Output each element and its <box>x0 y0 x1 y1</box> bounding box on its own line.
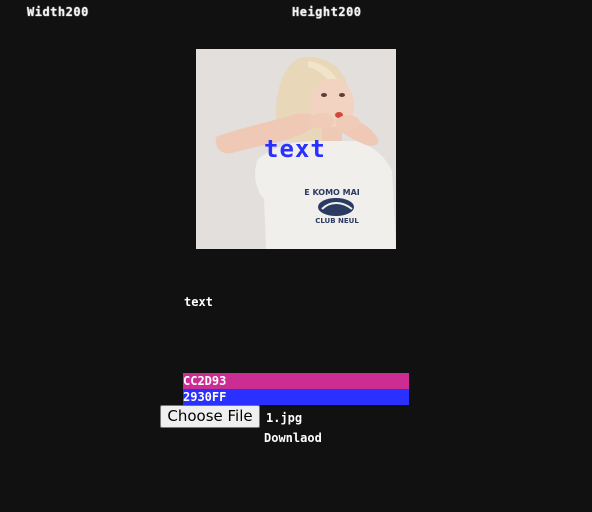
preview-image: E KOMO MAI CLUB NEUL text <box>196 49 396 249</box>
download-link[interactable]: Downlaod <box>264 431 322 445</box>
selected-file-name: 1.jpg <box>266 411 303 425</box>
page: Width200 Height200 E KOMO MAI CLUB NEUL … <box>0 0 592 512</box>
background-color-swatch[interactable]: CC2D93 <box>183 373 409 389</box>
caption-text: text <box>184 295 213 309</box>
shirt-print-top: E KOMO MAI <box>304 188 360 197</box>
choose-file-button[interactable]: Choose File <box>160 405 260 428</box>
preview-overlay-text: text <box>264 135 326 163</box>
height-label: Height200 <box>292 5 362 19</box>
text-color-swatch[interactable]: 2930FF <box>183 389 409 405</box>
width-label: Width200 <box>27 5 89 19</box>
shirt-print-bottom: CLUB NEUL <box>315 217 359 225</box>
